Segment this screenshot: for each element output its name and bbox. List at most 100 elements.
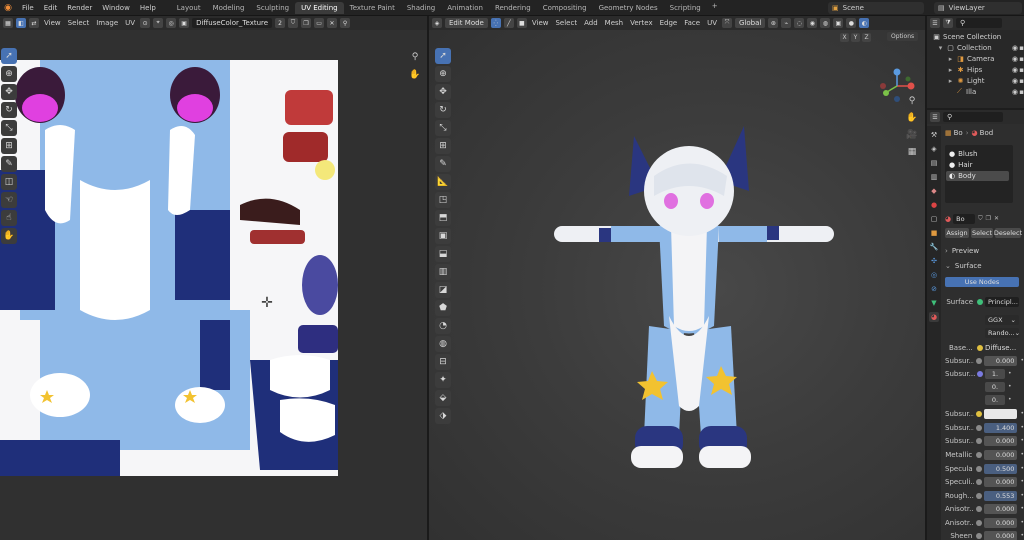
keyframe-dot-icon[interactable]: • xyxy=(1020,451,1024,458)
tab-sculpting[interactable]: Sculpting xyxy=(250,2,295,14)
uv-2d-cursor-icon[interactable]: ✛ xyxy=(258,294,276,312)
vp-shrink-tool-icon[interactable]: ✦ xyxy=(435,372,451,388)
vp-menu-view[interactable]: View xyxy=(530,19,551,27)
vp-rip-tool-icon[interactable]: ⬗ xyxy=(435,408,451,424)
zoom-icon[interactable]: ⚲ xyxy=(408,50,422,64)
tab-compositing[interactable]: Compositing xyxy=(537,2,593,14)
scene-tab-icon[interactable]: ◆ xyxy=(929,186,939,196)
outliner-item-camera[interactable]: ▸ ◨ Camera ◉ ▪ xyxy=(927,53,1024,64)
tab-geometry-nodes[interactable]: Geometry Nodes xyxy=(593,2,664,14)
shading-material-icon[interactable]: ◐ xyxy=(859,18,870,28)
view-layer-tab-icon[interactable]: ▥ xyxy=(929,172,939,182)
expand-arrow-icon[interactable]: ▸ xyxy=(947,77,954,85)
tab-animation[interactable]: Animation xyxy=(441,2,489,14)
proportional-icon[interactable]: ◎ xyxy=(166,18,177,28)
render-camera-icon[interactable]: ▪ xyxy=(1019,66,1024,74)
vp-menu-mesh[interactable]: Mesh xyxy=(603,19,625,27)
material-browse-icon[interactable]: ◕ xyxy=(945,215,951,223)
vp-cursor-tool-icon[interactable]: ⊕ xyxy=(435,66,451,82)
output-tab-icon[interactable]: ▤ xyxy=(929,158,939,168)
overlay-icon[interactable]: ◍ xyxy=(820,18,831,28)
uv-menu-select[interactable]: Select xyxy=(66,19,92,27)
vp-edge-slide-tool-icon[interactable]: ⊟ xyxy=(435,354,451,370)
orientation-selector[interactable]: Global xyxy=(735,18,766,28)
material-tab-icon[interactable]: ◕ xyxy=(929,312,939,322)
character-model[interactable] xyxy=(549,116,839,476)
keyframe-dot-icon[interactable]: • xyxy=(1008,396,1012,403)
modifier-tab-icon[interactable]: 🔧 xyxy=(929,242,939,252)
editor-type-icon[interactable]: ▦ xyxy=(3,18,13,28)
outliner-collection[interactable]: ▾ ▢ Collection ◉ ▪ xyxy=(927,42,1024,53)
uv-select-mode-button[interactable]: ◧ xyxy=(16,18,26,28)
collection-tab-icon[interactable]: ▢ xyxy=(929,214,939,224)
uv-menu-view[interactable]: View xyxy=(42,19,63,27)
property-value-field[interactable]: 0.000 xyxy=(984,503,1018,514)
property-value-field[interactable]: 0.000 xyxy=(984,355,1018,366)
property-value-field[interactable]: 1. xyxy=(985,368,1005,379)
xray-icon[interactable]: ▣ xyxy=(833,18,844,28)
shading-solid-icon[interactable]: ● xyxy=(846,18,857,28)
transform-tool-icon[interactable]: ⊞ xyxy=(1,138,17,154)
transform-orientation-icon[interactable]: ⤧ xyxy=(722,18,732,28)
subsurface-method-select[interactable]: Rando... ⌄ xyxy=(985,327,1020,338)
menu-window[interactable]: Window xyxy=(97,4,135,12)
vp-menu-edge[interactable]: Edge xyxy=(658,19,680,27)
pivot-icon[interactable]: ⊙ xyxy=(140,18,151,28)
options-dropdown[interactable]: Options xyxy=(887,32,919,41)
property-value-field[interactable]: 0.000 xyxy=(984,449,1018,460)
use-nodes-button[interactable]: Use Nodes xyxy=(945,276,1019,287)
properties-type-icon[interactable]: ☰ xyxy=(930,112,940,122)
outliner-type-icon[interactable]: ☰ xyxy=(930,18,940,28)
property-value-field[interactable]: 0. xyxy=(985,381,1005,392)
expand-arrow-icon[interactable]: ▾ xyxy=(937,44,944,52)
image-name-field[interactable]: DiffuseColor_Texture xyxy=(192,18,273,28)
keyframe-dot-icon[interactable]: • xyxy=(1020,519,1024,526)
property-value-field[interactable]: 1.400 xyxy=(984,422,1018,433)
mirror-x-button[interactable]: X xyxy=(840,33,849,42)
menu-file[interactable]: File xyxy=(17,4,39,12)
select-box-tool-icon[interactable]: ➚ xyxy=(1,48,17,64)
blender-logo-icon[interactable]: ◉ xyxy=(2,2,14,14)
world-tab-icon[interactable]: ● xyxy=(929,200,939,210)
material-name-field[interactable]: Bo xyxy=(953,213,976,224)
scale-tool-icon[interactable]: ⤡ xyxy=(1,120,17,136)
vp-poly-build-tool-icon[interactable]: ⬟ xyxy=(435,300,451,316)
outliner-scene-collection[interactable]: ▣ Scene Collection xyxy=(927,31,1024,42)
render-camera-icon[interactable]: ▪ xyxy=(1019,77,1024,85)
visibility-icon[interactable]: ◉ xyxy=(807,18,818,28)
keyframe-dot-icon[interactable]: • xyxy=(1020,505,1024,512)
tab-shading[interactable]: Shading xyxy=(401,2,441,14)
pan-hand-icon[interactable]: ✋ xyxy=(408,68,422,82)
keyframe-dot-icon[interactable]: • xyxy=(1020,478,1024,485)
render-camera-icon[interactable]: ▪ xyxy=(1019,55,1024,63)
base-color-link[interactable]: Diffuse... xyxy=(985,344,1016,352)
eye-icon[interactable]: ◉ xyxy=(1012,66,1018,74)
expand-arrow-icon[interactable]: ▸ xyxy=(947,66,954,74)
vp-loop-cut-tool-icon[interactable]: ▥ xyxy=(435,264,451,280)
tab-scripting[interactable]: Scripting xyxy=(664,2,707,14)
unlink-image-icon[interactable]: ✕ xyxy=(327,18,338,28)
vp-smooth-tool-icon[interactable]: ◍ xyxy=(435,336,451,352)
uv-menu-uv[interactable]: UV xyxy=(123,19,137,27)
material-slot-body[interactable]: ◐ Body xyxy=(946,171,1009,181)
select-button[interactable]: Select xyxy=(971,227,993,238)
menu-help[interactable]: Help xyxy=(135,4,161,12)
relax-tool-icon[interactable]: ☜ xyxy=(1,192,17,208)
property-value-field[interactable]: 0.500 xyxy=(984,463,1018,474)
keyframe-dot-icon[interactable]: • xyxy=(1020,437,1024,444)
3d-viewport[interactable]: ◈ Edit Mode ⁛ ╱ ■ View Select Add Mesh V… xyxy=(429,16,925,540)
keyframe-dot-icon[interactable]: • xyxy=(1020,424,1024,431)
pin-icon[interactable]: ⚲ xyxy=(340,18,351,28)
property-value-field[interactable] xyxy=(984,408,1018,419)
vp-bevel-tool-icon[interactable]: ⬓ xyxy=(435,246,451,262)
property-value-field[interactable]: 0.000 xyxy=(984,435,1018,446)
menu-render[interactable]: Render xyxy=(62,4,97,12)
view-layer-selector[interactable]: ▤ ViewLayer xyxy=(934,2,1022,14)
vp-inset-tool-icon[interactable]: ▣ xyxy=(435,228,451,244)
material-slot-blush[interactable]: ● Blush xyxy=(946,149,1009,159)
outliner-item-light[interactable]: ▸ ✺ Light ◉ ▪ xyxy=(927,75,1024,86)
uv-texture-image[interactable] xyxy=(0,60,338,476)
vp-select-tool-icon[interactable]: ➚ xyxy=(435,48,451,64)
vp-transform-tool-icon[interactable]: ⊞ xyxy=(435,138,451,154)
grab-tool-icon[interactable]: ◫ xyxy=(1,174,17,190)
